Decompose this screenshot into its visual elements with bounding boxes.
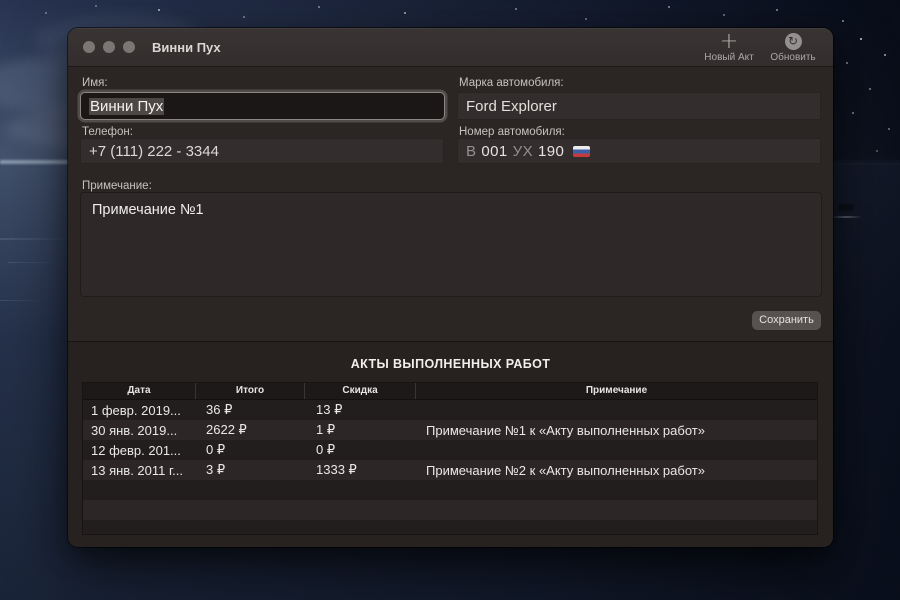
cell-discount: 1333 ₽	[316, 462, 357, 477]
column-header-date[interactable]: Дата	[83, 383, 196, 399]
cell-note: Примечание №1 к «Акту выполненных работ»	[426, 422, 705, 438]
cell-date: 1 февр. 2019...	[91, 402, 181, 418]
car-plate-input[interactable]: В 001 УХ 190	[457, 138, 821, 164]
cell-date: 13 янв. 2011 г...	[91, 462, 183, 478]
cell-total: 36 ₽	[206, 402, 233, 417]
wave-glint	[0, 300, 44, 301]
cell-note: Примечание №2 к «Акту выполненных работ»	[426, 462, 705, 478]
app-window: Винни Пух + Новый Акт ↻ Обновить Имя: Ви…	[68, 28, 833, 547]
cell-total: 3 ₽	[206, 462, 226, 477]
name-value-selected: Винни Пух	[89, 97, 165, 115]
car-brand-label: Марка автомобиля:	[459, 77, 564, 89]
plate-letters: УХ	[512, 142, 533, 160]
table-row-empty[interactable]	[83, 480, 817, 500]
table-row-empty[interactable]	[83, 500, 817, 520]
wave-glint	[8, 262, 60, 263]
plate-number: 001	[481, 142, 508, 160]
table-row-empty[interactable]	[83, 520, 817, 534]
boat-wake	[830, 216, 862, 218]
toolbar: + Новый Акт ↻ Обновить	[701, 28, 821, 63]
note-label: Примечание:	[82, 180, 152, 192]
cell-total: 2622 ₽	[206, 422, 247, 437]
table-row[interactable]: 13 янв. 2011 г... 3 ₽ 1333 ₽ Примечание …	[83, 460, 817, 480]
wave-glint	[0, 238, 70, 240]
refresh-icon: ↻	[784, 32, 802, 50]
cell-date: 12 февр. 201...	[91, 442, 181, 458]
car-plate-label: Номер автомобиля:	[459, 126, 565, 138]
column-header-total[interactable]: Итого	[196, 383, 305, 399]
column-header-note[interactable]: Примечание	[416, 383, 817, 399]
table-row[interactable]: 1 февр. 2019... 36 ₽ 13 ₽	[83, 400, 817, 420]
window-title: Винни Пух	[152, 39, 221, 55]
traffic-lights	[83, 41, 135, 53]
cell-discount: 0 ₽	[316, 442, 336, 457]
car-brand-input[interactable]	[457, 92, 821, 120]
column-header-discount[interactable]: Скидка	[305, 383, 416, 399]
table-row[interactable]: 12 февр. 201... 0 ₽ 0 ₽	[83, 440, 817, 460]
acts-section-title: АКТЫ ВЫПОЛНЕННЫХ РАБОТ	[350, 357, 551, 371]
acts-table: Дата Итого Скидка Примечание 1 февр. 201…	[82, 382, 818, 535]
desktop: Винни Пух + Новый Акт ↻ Обновить Имя: Ви…	[0, 0, 900, 600]
plate-series: В	[466, 142, 477, 160]
cell-total: 0 ₽	[206, 442, 226, 457]
note-textarea[interactable]: Примечание №1	[80, 192, 822, 297]
save-button[interactable]: Сохранить	[752, 311, 821, 330]
acts-table-header: Дата Итого Скидка Примечание	[83, 383, 817, 400]
new-act-button[interactable]: + Новый Акт	[701, 28, 757, 63]
refresh-label: Обновить	[770, 51, 816, 63]
cell-discount: 13 ₽	[316, 402, 343, 417]
phone-label: Телефон:	[82, 126, 133, 138]
russia-flag-icon	[573, 145, 591, 157]
minimize-button[interactable]	[103, 41, 115, 53]
phone-input[interactable]	[80, 138, 444, 164]
close-button[interactable]	[83, 41, 95, 53]
zoom-button[interactable]	[123, 41, 135, 53]
plate-region: 190	[537, 142, 565, 160]
stars	[0, 0, 2, 2]
plus-icon: +	[719, 28, 739, 54]
table-row[interactable]: 30 янв. 2019... 2622 ₽ 1 ₽ Примечание №1…	[83, 420, 817, 440]
name-input[interactable]: Винни Пух	[80, 92, 445, 120]
new-act-label: Новый Акт	[704, 51, 754, 63]
refresh-button[interactable]: ↻ Обновить	[765, 32, 821, 63]
window-titlebar[interactable]: Винни Пух + Новый Акт ↻ Обновить	[68, 28, 833, 67]
acts-section: АКТЫ ВЫПОЛНЕННЫХ РАБОТ Дата Итого Скидка…	[68, 341, 833, 547]
name-label: Имя:	[82, 77, 108, 89]
cell-discount: 1 ₽	[316, 422, 336, 437]
boat	[839, 205, 853, 210]
cell-date: 30 янв. 2019...	[91, 422, 178, 438]
